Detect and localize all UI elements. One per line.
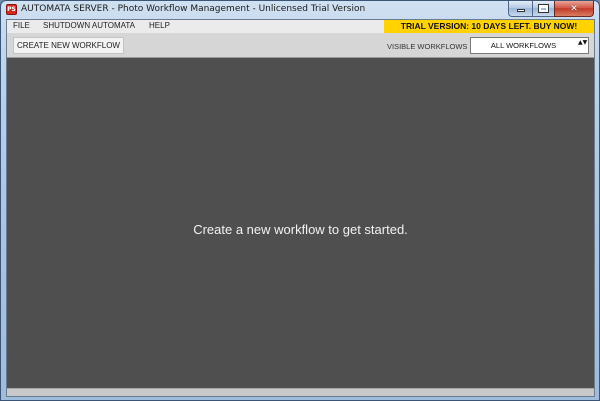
client-area: FILE SHUTDOWN AUTOMATA HELP TRIAL VERSIO… (6, 19, 595, 397)
visible-workflows-select[interactable]: ALL WORKFLOWS ▲▼ (470, 37, 589, 54)
toolbar: CREATE NEW WORKFLOW VISIBLE WORKFLOWS AL… (7, 33, 594, 58)
menu-file[interactable]: FILE (13, 21, 30, 30)
empty-state-message: Create a new workflow to get started. (193, 222, 408, 237)
caption-buttons: ✕ (508, 1, 594, 17)
window-title: AUTOMATA SERVER - Photo Workflow Managem… (21, 4, 366, 14)
status-bar (7, 388, 594, 396)
visible-workflows-value: ALL WORKFLOWS (490, 41, 557, 50)
select-arrows-icon: ▲▼ (578, 39, 588, 46)
minimize-button[interactable] (508, 1, 532, 17)
close-icon: ✕ (570, 3, 578, 14)
minimize-icon (516, 9, 525, 12)
close-button[interactable]: ✕ (554, 1, 594, 17)
visible-workflows-label: VISIBLE WORKFLOWS (387, 42, 468, 51)
menu-help[interactable]: HELP (149, 21, 170, 30)
app-window: PS AUTOMATA SERVER - Photo Workflow Mana… (0, 0, 600, 401)
title-bar[interactable]: PS AUTOMATA SERVER - Photo Workflow Mana… (1, 1, 599, 19)
maximize-icon (538, 4, 549, 13)
menu-bar: FILE SHUTDOWN AUTOMATA HELP TRIAL VERSIO… (7, 20, 594, 33)
create-new-workflow-button[interactable]: CREATE NEW WORKFLOW (13, 37, 124, 54)
app-icon[interactable]: PS (6, 4, 17, 15)
maximize-button[interactable] (532, 1, 554, 17)
workflow-area: Create a new workflow to get started. (7, 58, 594, 388)
trial-banner[interactable]: TRIAL VERSION: 10 DAYS LEFT. BUY NOW! (384, 20, 594, 33)
menu-shutdown-automata[interactable]: SHUTDOWN AUTOMATA (43, 21, 135, 30)
